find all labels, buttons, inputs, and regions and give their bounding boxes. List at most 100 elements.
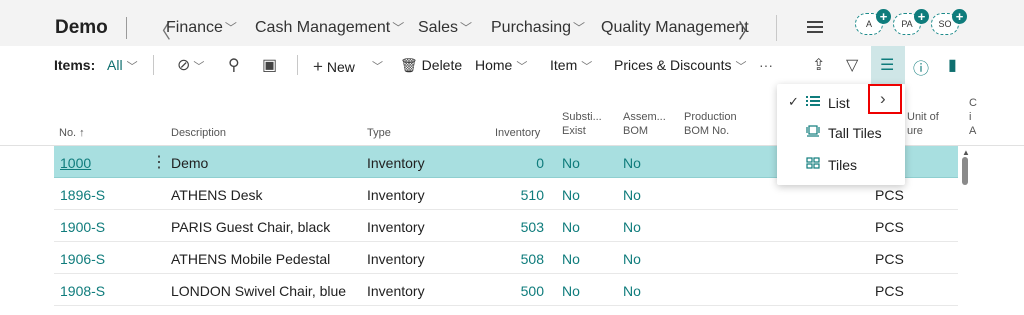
- chevron-down-icon: ﹀: [392, 21, 405, 35]
- nav-divider: [776, 15, 777, 41]
- cell-no[interactable]: 1000: [60, 155, 91, 171]
- cell-description: ATHENS Mobile Pedestal: [171, 251, 331, 267]
- column-header-assembly-bom[interactable]: Assem... BOM: [623, 110, 666, 138]
- item-menu[interactable]: Item ﹀: [550, 57, 592, 74]
- column-header-type[interactable]: Type: [367, 126, 391, 140]
- cell-no[interactable]: 1908-S: [60, 283, 105, 299]
- cell-unit: PCS: [875, 187, 904, 203]
- chevron-down-icon: ﹀: [126, 61, 138, 73]
- cell-type: Inventory: [367, 251, 425, 267]
- plus-icon: +: [313, 57, 323, 76]
- info-icon[interactable]: ⓘ: [913, 55, 929, 79]
- share-icon[interactable]: ▣: [262, 55, 277, 75]
- cell-inventory[interactable]: 0: [484, 155, 544, 171]
- cell-inventory[interactable]: 503: [484, 219, 544, 235]
- nav-item-quality-management[interactable]: Quality Management: [601, 19, 749, 37]
- cell-type: Inventory: [367, 283, 425, 299]
- cell-assembly-bom: No: [623, 155, 641, 171]
- cell-no[interactable]: 1906-S: [60, 251, 105, 267]
- nav-item-cash-management[interactable]: Cash Management ﹀: [255, 19, 404, 37]
- chevron-down-icon: ﹀: [581, 61, 593, 73]
- column-header-description[interactable]: Description: [171, 126, 226, 140]
- column-header-production-bom[interactable]: Production BOM No.: [684, 110, 737, 138]
- new-button[interactable]: + New: [313, 57, 355, 77]
- delete-button[interactable]: 🗑 Delete: [400, 57, 462, 74]
- cell-unit: PCS: [875, 283, 904, 299]
- home-menu[interactable]: Home ﹀: [475, 57, 527, 74]
- avatar-pa[interactable]: PA +: [893, 9, 929, 35]
- divider: [297, 55, 298, 75]
- nav-item-sales[interactable]: Sales ﹀: [418, 19, 472, 37]
- column-header-unit-of-measure[interactable]: Unit of ure: [907, 110, 939, 138]
- cell-no[interactable]: 1900-S: [60, 219, 105, 235]
- cell-assembly-bom: No: [623, 251, 641, 267]
- chevron-down-icon: ﹀: [460, 21, 473, 35]
- more-options-button[interactable]: ···: [759, 57, 773, 73]
- scroll-up-icon[interactable]: ▲: [962, 148, 970, 157]
- trash-icon: 🗑: [400, 57, 418, 73]
- avatar-a[interactable]: A +: [855, 9, 891, 35]
- list-icon: [806, 96, 820, 106]
- divider: [153, 55, 154, 75]
- avatar-so[interactable]: SO +: [931, 9, 967, 35]
- add-icon: +: [952, 9, 967, 24]
- nav-item-finance[interactable]: Finance ﹀: [166, 19, 237, 37]
- chevron-down-icon: ﹀: [224, 21, 237, 35]
- cell-assembly-bom: No: [623, 187, 641, 203]
- view-option-label: List: [828, 95, 850, 111]
- table-row[interactable]: 1908-S LONDON Swivel Chair, blue Invento…: [54, 274, 958, 306]
- view-option-tiles[interactable]: Tiles: [777, 150, 905, 180]
- menu-icon[interactable]: [807, 21, 823, 33]
- row-menu-icon[interactable]: ⋮: [151, 152, 167, 172]
- column-header-inventory[interactable]: Inventory: [495, 126, 540, 140]
- table-row[interactable]: 1906-S ATHENS Mobile Pedestal Inventory …: [54, 242, 958, 274]
- bookmark-icon[interactable]: ▮: [948, 55, 957, 75]
- cell-description: Demo: [171, 155, 209, 171]
- nav-divider: [126, 17, 127, 39]
- chevron-down-icon: ﹀: [735, 61, 747, 73]
- cell-inventory[interactable]: 510: [484, 187, 544, 203]
- cell-inventory[interactable]: 500: [484, 283, 544, 299]
- checkmark-icon: ✓: [788, 94, 799, 109]
- items-label: Items:: [54, 57, 96, 73]
- app-title[interactable]: Demo: [55, 17, 108, 39]
- cell-inventory[interactable]: 508: [484, 251, 544, 267]
- cell-substitutes: No: [562, 251, 580, 267]
- new-dropdown-icon[interactable]: ﹀: [368, 57, 383, 74]
- cell-assembly-bom: No: [623, 219, 641, 235]
- filter-pane-icon[interactable]: ⊘ ﹀: [177, 55, 204, 75]
- column-header-extra[interactable]: CiA: [969, 96, 977, 138]
- column-header-no[interactable]: No. ↑: [59, 126, 85, 140]
- view-option-tall-tiles[interactable]: Tall Tiles: [777, 118, 905, 148]
- cell-substitutes: No: [562, 187, 580, 203]
- column-header-substitutes[interactable]: Substi... Exist: [562, 110, 602, 138]
- cell-no[interactable]: 1896-S: [60, 187, 105, 203]
- cell-substitutes: No: [562, 283, 580, 299]
- filter-icon[interactable]: ▽: [846, 55, 858, 75]
- chevron-down-icon: ﹀: [516, 61, 528, 73]
- cell-unit: PCS: [875, 251, 904, 267]
- cell-description: PARIS Guest Chair, black: [171, 219, 331, 235]
- view-menu-expand-button[interactable]: ›: [868, 84, 902, 114]
- vertical-scrollbar[interactable]: [962, 157, 968, 185]
- tiles-icon: [806, 157, 820, 169]
- tall-tiles-icon: [806, 125, 820, 137]
- nav-scroll-right-icon[interactable]: 〉: [738, 15, 758, 44]
- nav-item-purchasing[interactable]: Purchasing ﹀: [491, 19, 585, 37]
- list-icon[interactable]: ☰: [880, 55, 894, 75]
- cell-assembly-bom: No: [623, 283, 641, 299]
- share-icon[interactable]: ⇪: [812, 55, 825, 75]
- chevron-right-icon: ›: [880, 89, 886, 108]
- cell-type: Inventory: [367, 155, 425, 171]
- view-option-label: Tall Tiles: [828, 125, 882, 141]
- chevron-down-icon: ﹀: [573, 21, 586, 35]
- cell-type: Inventory: [367, 187, 425, 203]
- cell-unit: PCS: [875, 219, 904, 235]
- view-option-label: Tiles: [828, 157, 858, 173]
- filter-dropdown[interactable]: All ﹀: [107, 57, 138, 74]
- search-icon[interactable]: ⚲: [228, 55, 240, 75]
- table-row[interactable]: 1900-S PARIS Guest Chair, black Inventor…: [54, 210, 958, 242]
- cell-substitutes: No: [562, 219, 580, 235]
- add-icon: +: [914, 9, 929, 24]
- prices-discounts-menu[interactable]: Prices & Discounts ﹀: [614, 57, 746, 74]
